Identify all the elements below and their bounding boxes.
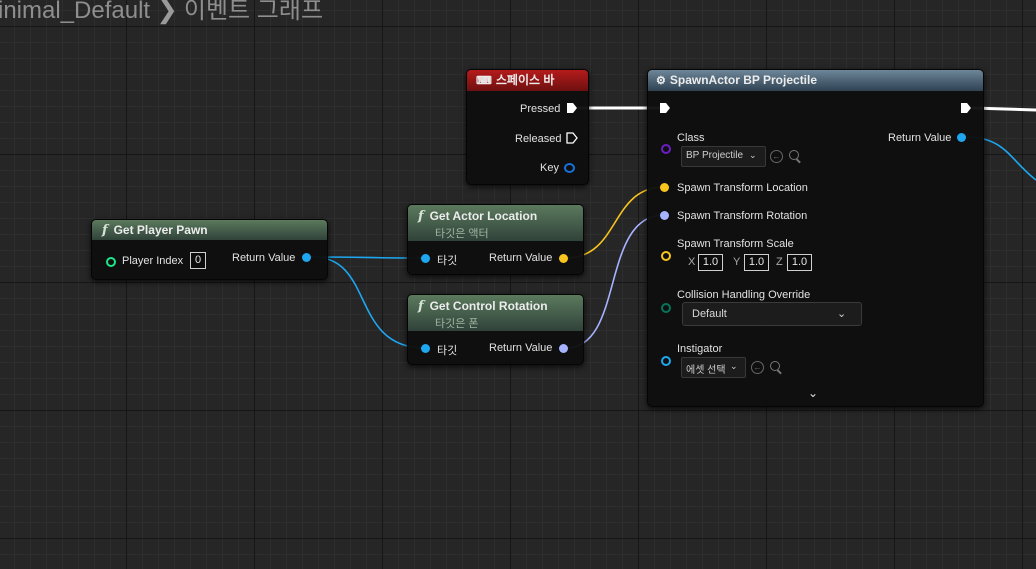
instigator-select-value: 에셋 선택 <box>686 365 726 376</box>
get-actor-location-node[interactable]: f Get Actor Location 타깃은 액터 타깃 Return Val… <box>407 204 584 275</box>
get-player-pawn-node[interactable]: f Get Player Pawn Player Index 0 Return V… <box>91 219 328 280</box>
spacebar-event-node[interactable]: ⌨ 스페이스 바 Pressed Released Key <box>466 69 589 185</box>
target-label: 타깃 <box>437 345 458 357</box>
breadcrumb: inimal_Default ❯ 이벤트 그래프 <box>0 0 323 25</box>
instigator-pin-icon[interactable] <box>661 356 671 366</box>
pressed-exec-pin-icon[interactable] <box>566 102 578 114</box>
node-subtitle: 타깃은 액터 <box>435 228 489 240</box>
released-exec-pin-icon[interactable] <box>566 132 578 144</box>
pressed-label: Pressed <box>520 103 561 115</box>
return-value-label: Return Value <box>888 132 952 144</box>
get-control-rotation-node[interactable]: f Get Control Rotation 타깃은 폰 타깃 Return Va… <box>407 294 584 365</box>
rotation-return-pin-icon[interactable] <box>559 344 568 353</box>
scale-x-label: X <box>688 256 696 268</box>
chevron-down-icon: ⌄ <box>749 150 757 160</box>
player-index-pin-icon[interactable] <box>106 257 116 267</box>
return-value-label: Return Value <box>232 252 296 264</box>
location-label: Spawn Transform Location <box>677 182 808 194</box>
use-selected-icon[interactable]: ← <box>751 361 764 374</box>
spawn-actor-node[interactable]: ⚙ SpawnActor BP Projectile Class BP Proje… <box>647 69 984 407</box>
rotation-label: Spawn Transform Rotation <box>677 210 808 222</box>
player-index-label: Player Index <box>122 255 184 267</box>
target-label: 타깃 <box>437 255 458 267</box>
target-pin-icon[interactable] <box>421 344 430 353</box>
instigator-label: Instigator <box>677 343 723 355</box>
collision-dropdown-value: Default <box>692 308 727 320</box>
node-title: 스페이스 바 <box>495 73 555 87</box>
node-title: Get Control Rotation <box>429 299 548 313</box>
rotation-pin-icon[interactable] <box>660 211 669 220</box>
class-select[interactable]: BP Projectile ⌄ <box>681 146 766 167</box>
search-icon[interactable] <box>789 150 799 160</box>
instigator-select[interactable]: 에셋 선택 ⌄ <box>681 357 746 378</box>
key-label: Key <box>540 162 559 174</box>
spawn-actor-icon: ⚙ <box>656 75 666 87</box>
class-label: Class <box>677 132 705 144</box>
breadcrumb-parent[interactable]: inimal_Default <box>0 0 150 24</box>
keyboard-icon: ⌨ <box>476 75 492 87</box>
breadcrumb-current: 이벤트 그래프 <box>183 0 324 24</box>
collision-dropdown[interactable]: Default ⌄ <box>682 302 862 326</box>
return-value-label: Return Value <box>489 252 553 264</box>
collision-pin-icon[interactable] <box>661 303 671 313</box>
function-icon: f <box>418 209 424 224</box>
scale-z-input[interactable]: 1.0 <box>787 254 812 271</box>
collision-label: Collision Handling Override <box>677 289 811 301</box>
node-header: f Get Control Rotation 타깃은 폰 <box>408 295 583 331</box>
key-pin-icon[interactable] <box>564 163 575 173</box>
return-value-pin-icon[interactable] <box>957 133 966 142</box>
scale-y-input[interactable]: 1.0 <box>744 254 769 271</box>
scale-pin-icon[interactable] <box>661 251 671 261</box>
node-header: f Get Player Pawn <box>92 220 327 240</box>
node-header: ⚙ SpawnActor BP Projectile <box>648 70 983 91</box>
node-header: ⌨ 스페이스 바 <box>467 70 588 91</box>
node-title: Get Player Pawn <box>113 223 208 237</box>
released-label: Released <box>515 133 562 145</box>
exec-out-pin-icon[interactable] <box>960 102 972 114</box>
return-value-pin-icon[interactable] <box>302 253 311 262</box>
function-icon: f <box>102 223 108 238</box>
node-subtitle: 타깃은 폰 <box>435 318 479 330</box>
exec-in-pin-icon[interactable] <box>659 102 671 114</box>
chevron-down-icon: ⌄ <box>730 361 738 371</box>
location-return-pin-icon[interactable] <box>559 254 568 263</box>
scale-x-input[interactable]: 1.0 <box>698 254 723 271</box>
node-header: f Get Actor Location 타깃은 액터 <box>408 205 583 241</box>
use-selected-icon[interactable]: ← <box>770 150 783 163</box>
player-index-input[interactable]: 0 <box>190 252 206 269</box>
scale-z-label: Z <box>776 256 783 268</box>
node-title: Get Actor Location <box>429 209 538 223</box>
chevron-down-icon: ⌄ <box>837 308 847 320</box>
breadcrumb-separator-icon: ❯ <box>156 0 178 24</box>
node-title: SpawnActor BP Projectile <box>669 73 818 87</box>
location-pin-icon[interactable] <box>660 183 669 192</box>
function-icon: f <box>418 299 424 314</box>
scale-y-label: Y <box>733 256 741 268</box>
scale-label: Spawn Transform Scale <box>677 238 794 250</box>
class-pin-icon[interactable] <box>661 144 671 154</box>
target-pin-icon[interactable] <box>421 254 430 263</box>
expand-advanced-icon[interactable]: ⌄ <box>808 386 818 400</box>
return-value-label: Return Value <box>489 342 553 354</box>
class-select-value: BP Projectile <box>686 150 744 161</box>
search-icon[interactable] <box>770 361 780 371</box>
